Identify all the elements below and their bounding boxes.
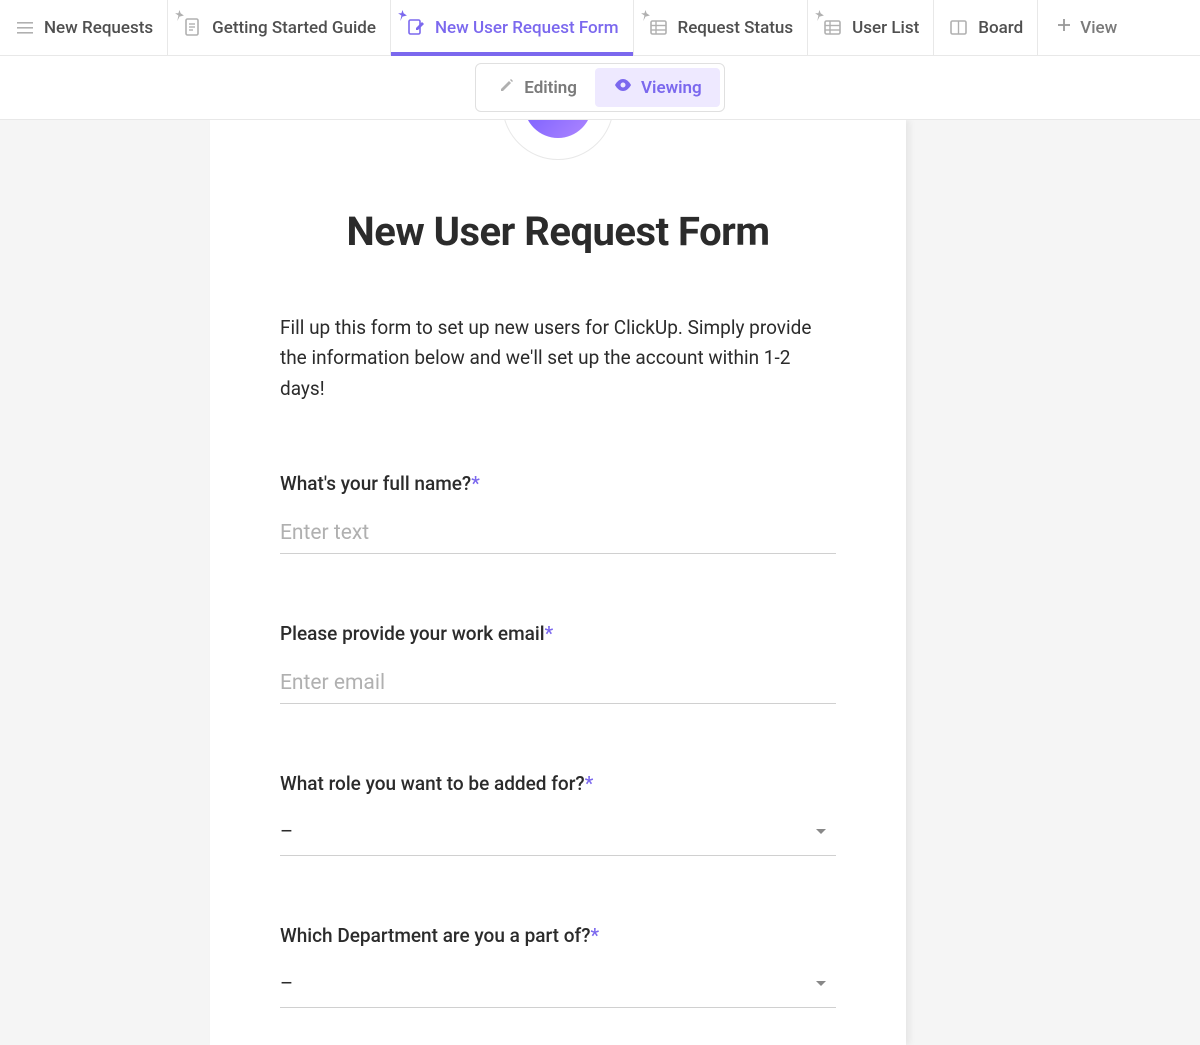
form-description: Fill up this form to set up new users fo… [280,313,836,404]
work-email-input[interactable] [280,661,836,704]
plus-icon [1056,17,1072,38]
viewing-mode-button[interactable]: Viewing [595,68,720,107]
form-title: New User Request Form [280,208,836,255]
required-asterisk: * [471,472,480,495]
add-view-button[interactable]: View [1038,17,1135,38]
tab-label: User List [852,18,919,38]
content-area: New User Request Form Fill up this form … [0,120,1200,1045]
field-department: Which Department are you a part of?* – [280,924,836,1008]
tab-request-status[interactable]: Request Status [634,0,809,56]
views-tab-bar: New Requests Getting Started Guide New U… [0,0,1200,56]
field-label: Which Department are you a part of?* [280,924,836,947]
viewing-label: Viewing [641,78,702,98]
caret-down-icon [816,829,826,834]
pencil-icon [498,76,516,99]
field-full-name: What's your full name?* [280,472,836,554]
board-icon [948,17,970,39]
mode-bar: Editing Viewing [0,56,1200,120]
mode-toggle: Editing Viewing [475,63,724,112]
editing-mode-button[interactable]: Editing [480,68,595,107]
field-label: What's your full name?* [280,472,836,495]
tab-label: Board [978,18,1023,38]
full-name-input[interactable] [280,511,836,554]
field-work-email: Please provide your work email* [280,622,836,704]
tab-label: New User Request Form [435,18,619,38]
field-role: What role you want to be added for?* – [280,772,836,856]
doc-icon [182,17,204,39]
select-value: – [280,819,293,843]
editing-label: Editing [524,78,577,98]
form-card: New User Request Form Fill up this form … [210,120,906,1045]
eye-icon [613,77,633,98]
tab-getting-started-guide[interactable]: Getting Started Guide [168,0,391,56]
department-select[interactable]: – [280,959,836,1008]
field-label: What role you want to be added for?* [280,772,836,795]
required-asterisk: * [590,924,599,947]
required-asterisk: * [545,622,554,645]
add-view-label: View [1080,18,1117,38]
tab-new-user-request-form[interactable]: New User Request Form [391,0,634,56]
form-logo [502,120,614,160]
tab-label: New Requests [44,18,153,38]
field-label: Please provide your work email* [280,622,836,645]
required-asterisk: * [585,772,594,795]
table-icon [822,17,844,39]
list-icon [14,17,36,39]
form-icon [405,17,427,39]
table-icon [648,17,670,39]
select-value: – [280,971,293,995]
tab-user-list[interactable]: User List [808,0,934,56]
tab-label: Getting Started Guide [212,18,376,38]
tab-new-requests[interactable]: New Requests [0,0,168,56]
caret-down-icon [816,981,826,986]
tab-label: Request Status [678,18,794,38]
tab-board[interactable]: Board [934,0,1038,56]
role-select[interactable]: – [280,807,836,856]
